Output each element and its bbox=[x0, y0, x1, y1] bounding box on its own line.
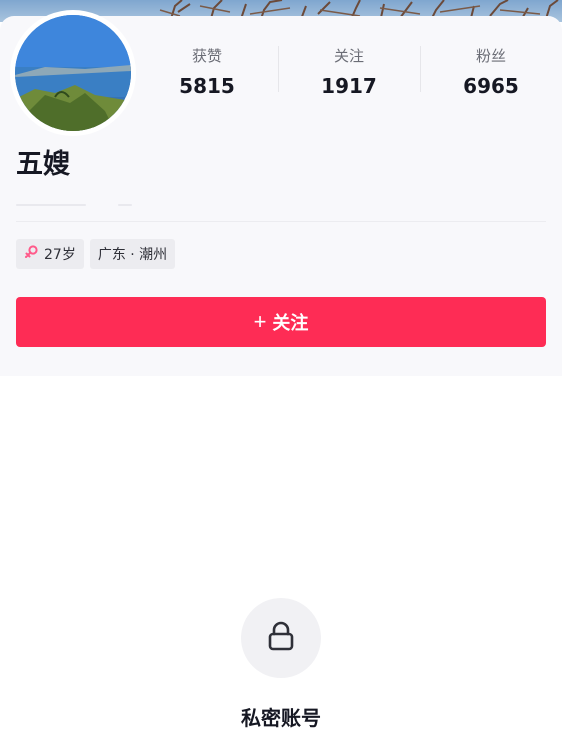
follow-button-label: 关注 bbox=[272, 313, 309, 333]
lock-icon bbox=[264, 619, 298, 657]
avatar[interactable] bbox=[10, 10, 136, 136]
tag-age-label: 27岁 bbox=[44, 247, 76, 263]
profile-name: 五嫂 bbox=[16, 149, 70, 180]
tag-location-label: 广东 · 潮州 bbox=[97, 247, 168, 263]
stat-value: 5815 bbox=[179, 74, 235, 98]
stat-value: 1917 bbox=[321, 74, 377, 98]
divider bbox=[16, 221, 546, 222]
private-lock-badge bbox=[241, 598, 321, 678]
tag-age: 27岁 bbox=[16, 239, 84, 269]
female-icon bbox=[24, 245, 38, 263]
stat-label: 关注 bbox=[333, 47, 364, 65]
follow-button[interactable]: + 关注 bbox=[16, 297, 546, 347]
stat-likes[interactable]: 获赞 5815 bbox=[136, 42, 278, 114]
redacted-text bbox=[16, 204, 86, 206]
stat-following[interactable]: 关注 1917 bbox=[278, 42, 420, 114]
tag-location: 广东 · 潮州 bbox=[89, 239, 176, 269]
private-account-label: 私密账号 bbox=[241, 706, 321, 730]
plus-icon: + bbox=[253, 309, 267, 334]
profile-tags: 27岁 广东 · 潮州 bbox=[16, 239, 176, 269]
stat-label: 粉丝 bbox=[475, 47, 506, 65]
profile-card: 获赞 5815 关注 1917 粉丝 6965 五嫂 27岁 广东 · 潮州 +… bbox=[0, 10, 562, 376]
stat-followers[interactable]: 粉丝 6965 bbox=[420, 42, 562, 114]
stat-value: 6965 bbox=[463, 74, 519, 98]
stat-label: 获赞 bbox=[191, 47, 222, 65]
redacted-text bbox=[118, 204, 132, 206]
profile-stats: 获赞 5815 关注 1917 粉丝 6965 bbox=[136, 42, 562, 114]
avatar-image bbox=[15, 15, 131, 131]
